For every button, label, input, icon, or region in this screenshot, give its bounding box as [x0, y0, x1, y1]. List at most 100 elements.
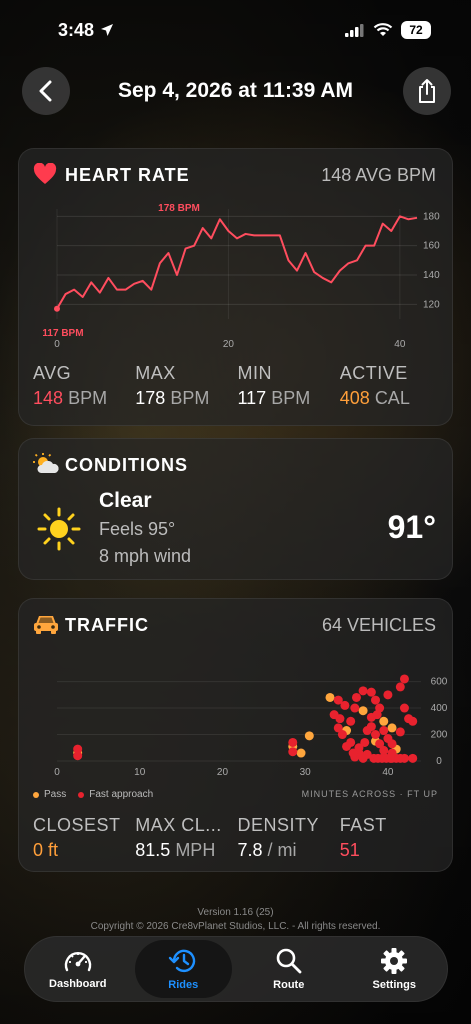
- weather-condition: Clear: [99, 489, 152, 512]
- fast-approach-point: [372, 710, 382, 720]
- stat-value: 81.5: [135, 840, 171, 860]
- fast-approach-point: [335, 714, 345, 724]
- stat-max: MAX 178 BPM: [135, 363, 237, 409]
- back-button[interactable]: [22, 67, 70, 115]
- traffic-y-tick: 200: [431, 730, 448, 741]
- pass-point: [296, 748, 306, 758]
- page-title: Sep 4, 2026 at 11:39 AM: [117, 79, 354, 102]
- stat-value: 7.8: [237, 840, 263, 860]
- stat-label: MIN: [237, 363, 272, 383]
- fast-approach-point: [379, 726, 389, 736]
- traffic-x-tick: 30: [300, 767, 312, 778]
- tab-settings-label: Settings: [372, 979, 416, 991]
- footer: Version 1.16 (25) Copyright © 2026 Cre8v…: [0, 906, 471, 934]
- tab-dashboard[interactable]: Dashboard: [29, 940, 127, 998]
- fast-approach-point: [350, 703, 360, 713]
- partly-cloudy-icon: [33, 453, 59, 473]
- chart-axis-note: MINUTES ACROSS · FT UP: [301, 789, 438, 799]
- legend-fast: Fast approach: [78, 789, 153, 800]
- status-time: 3:48: [58, 19, 95, 40]
- stat-label: CLOSEST: [33, 815, 121, 835]
- heart-rate-card[interactable]: HEART RATE 148 AVG BPM 178 BPM 117 BPM 1…: [18, 148, 453, 426]
- stat-avg: AVG 148 BPM: [33, 363, 135, 409]
- share-icon: [419, 79, 435, 103]
- stat-value: 117: [237, 388, 267, 408]
- heart-icon: [33, 163, 57, 184]
- heart-rate-title: HEART RATE: [65, 165, 190, 185]
- cellular-signal-icon: [345, 23, 364, 37]
- pass-point: [387, 723, 397, 733]
- fast-approach-point: [358, 686, 368, 696]
- tab-rides[interactable]: Rides: [134, 940, 232, 998]
- traffic-x-tick: 0: [54, 767, 60, 778]
- pass-point: [358, 706, 368, 716]
- stat-value: 51: [339, 840, 360, 860]
- location-arrow-icon: [101, 24, 114, 36]
- stat-max-closing: MAX CL... 81.5 MPH: [135, 815, 237, 861]
- tab-bar: Dashboard Rides Route Settings: [24, 936, 448, 1002]
- traffic-x-tick: 10: [134, 767, 146, 778]
- tab-settings[interactable]: Settings: [346, 940, 444, 998]
- pass-point: [325, 692, 335, 702]
- stat-label: ACTIVE: [339, 363, 408, 383]
- hr-x-tick: 0: [54, 339, 60, 350]
- heart-rate-summary: 148 AVG BPM: [321, 165, 436, 185]
- hr-y-tick: 180: [423, 211, 440, 222]
- status-bar: 3:48 72: [0, 0, 471, 60]
- stat-active: ACTIVE 408 CAL: [340, 363, 442, 409]
- fast-approach-point: [366, 722, 376, 732]
- pass-point: [379, 716, 389, 726]
- hr-y-tick: 160: [423, 241, 440, 252]
- stat-unit: BPM: [68, 388, 108, 408]
- car-icon: [34, 616, 58, 634]
- traffic-legend: Pass Fast approach: [33, 789, 153, 800]
- conditions-card[interactable]: CONDITIONS Clear Feels 95° 8 mph wind 91…: [18, 438, 453, 580]
- tab-route[interactable]: Route: [240, 940, 338, 998]
- stat-label: MAX: [135, 363, 176, 383]
- hr-start-point: [54, 305, 60, 312]
- fast-approach-point: [360, 737, 370, 747]
- chevron-left-icon: [39, 80, 52, 102]
- fast-approach-point: [348, 748, 358, 758]
- fast-approach-point: [408, 753, 418, 763]
- tab-route-label: Route: [273, 979, 305, 991]
- stat-label: FAST: [339, 815, 387, 835]
- fast-approach-point: [371, 695, 380, 705]
- conditions-title: CONDITIONS: [65, 455, 189, 475]
- fast-approach-point: [379, 745, 389, 755]
- tab-dashboard-label: Dashboard: [49, 978, 107, 990]
- wifi-icon: [373, 23, 393, 36]
- copyright: Copyright © 2026 Cre8vPlanet Studios, LL…: [90, 921, 381, 932]
- fast-approach-point: [383, 690, 393, 700]
- fast-approach-point: [351, 692, 361, 702]
- stat-min: MIN 117 BPM: [238, 363, 340, 409]
- stat-unit: BPM: [271, 388, 311, 408]
- stat-value: 148: [33, 388, 64, 408]
- traffic-card[interactable]: TRAFFIC 64 VEHICLES 0 200 400 600 0 10 20 30 40 …: [18, 598, 453, 872]
- fast-approach-point: [399, 753, 409, 763]
- temperature: 91°: [387, 509, 436, 545]
- stat-label: DENSITY: [237, 815, 320, 835]
- traffic-stats: CLOSEST 0 ft MAX CL... 81.5 MPH DENSITY …: [33, 815, 442, 861]
- gear-icon: [381, 948, 408, 974]
- stat-value: 408: [339, 388, 370, 408]
- history-icon: [169, 949, 196, 973]
- tab-rides-label: Rides: [168, 979, 199, 991]
- legend-pass-label: Pass: [44, 789, 67, 800]
- fast-approach-point: [340, 700, 350, 710]
- fast-approach-point: [288, 747, 298, 757]
- heart-rate-stats: AVG 148 BPM MAX 178 BPM MIN 117 BPM ACTI…: [33, 363, 442, 409]
- share-button[interactable]: [403, 67, 451, 115]
- battery-indicator: 72: [401, 21, 431, 39]
- fast-approach-point: [337, 730, 347, 740]
- stat-value: 178: [135, 388, 166, 408]
- hr-max-label: 178 BPM: [158, 203, 200, 214]
- hr-series-line: [56, 215, 418, 310]
- fast-approach-point: [346, 716, 356, 726]
- search-icon: [276, 948, 302, 974]
- app-version: Version 1.16 (25): [197, 907, 274, 918]
- traffic-y-tick: 400: [431, 703, 448, 714]
- fast-approach-point: [288, 737, 298, 747]
- fast-approach-point: [399, 674, 409, 684]
- hr-y-tick: 120: [423, 299, 440, 310]
